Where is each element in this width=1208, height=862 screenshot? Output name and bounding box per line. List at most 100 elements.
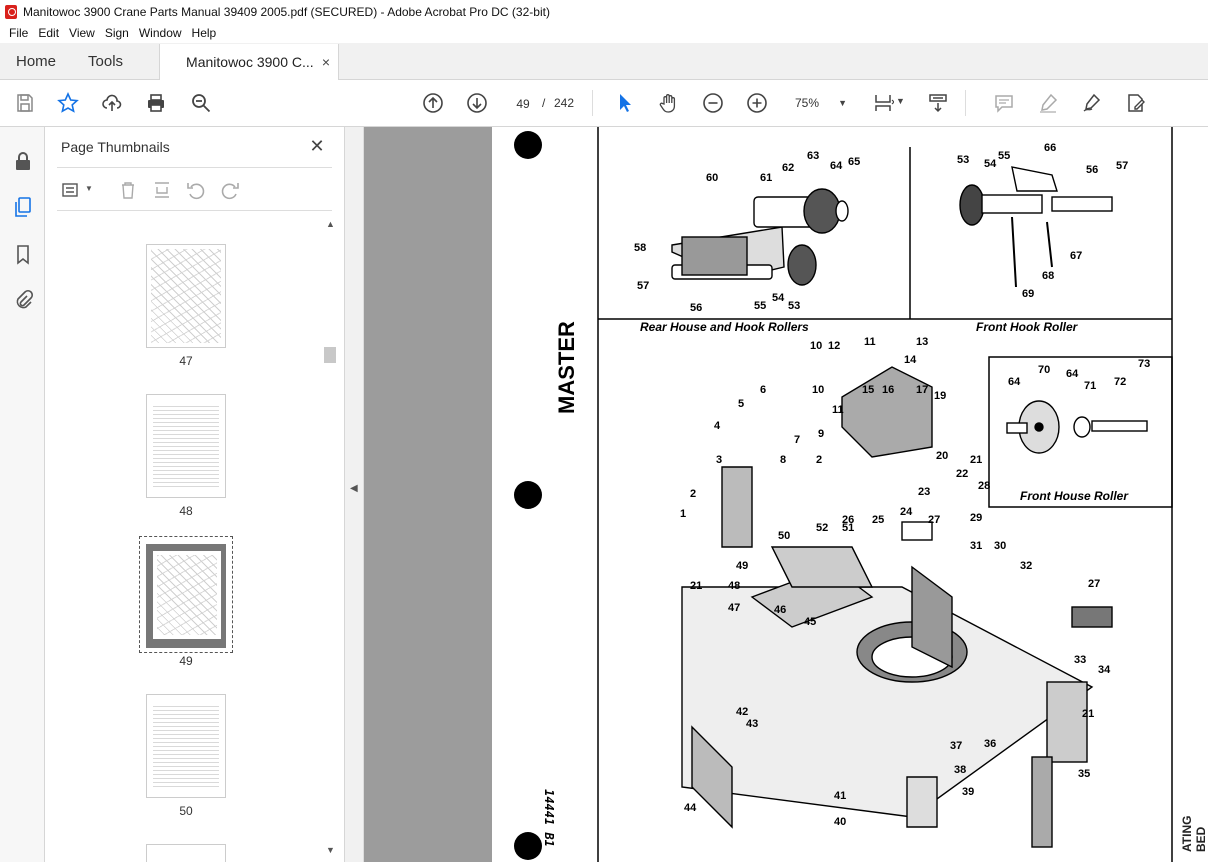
print-icon[interactable] xyxy=(143,90,169,116)
menu-sign[interactable]: Sign xyxy=(100,26,134,40)
part-callout: 34 xyxy=(1098,664,1111,676)
part-callout: 66 xyxy=(1044,142,1056,154)
tab-bar: Home Tools Manitowoc 3900 C... × xyxy=(0,43,1208,80)
attachment-paperclip-icon[interactable] xyxy=(11,287,35,311)
tab-tools[interactable]: Tools xyxy=(72,43,139,79)
part-callout: 71 xyxy=(1084,380,1096,392)
section-label-front-house: Front House Roller xyxy=(1020,489,1129,503)
part-callout: 6 xyxy=(760,384,766,396)
part-callout: 54 xyxy=(772,292,785,304)
menu-window[interactable]: Window xyxy=(134,26,187,40)
insert-page-icon[interactable] xyxy=(151,179,173,201)
close-panel-icon[interactable]: ✕ xyxy=(307,136,327,156)
menu-help[interactable]: Help xyxy=(187,26,222,40)
part-callout: 51 xyxy=(842,522,854,534)
part-callout: 68 xyxy=(1042,270,1054,282)
previous-page-icon[interactable] xyxy=(420,90,446,116)
part-callout: 33 xyxy=(1074,654,1086,666)
lock-icon[interactable] xyxy=(11,149,35,173)
part-callout: 64 xyxy=(1008,376,1021,388)
page-thumbnails-icon[interactable] xyxy=(11,195,35,219)
chevron-down-icon: ▼ xyxy=(838,98,847,108)
part-callout: 3 xyxy=(716,454,722,466)
part-callout: 38 xyxy=(954,764,966,776)
document-viewer[interactable]: MASTER 14441 B1 ATING BED Rear House and… xyxy=(364,127,1208,862)
chevron-down-icon[interactable]: ▼ xyxy=(896,96,905,106)
part-callout: 48 xyxy=(728,580,740,592)
toolbar-divider xyxy=(592,90,593,116)
page-thumbnail-48[interactable] xyxy=(146,394,226,498)
thumbnail-label: 50 xyxy=(179,804,193,818)
share-upload-icon[interactable] xyxy=(99,90,125,116)
page-thumbnail-47[interactable] xyxy=(146,244,226,348)
draw-sign-icon[interactable] xyxy=(1079,90,1105,116)
select-cursor-icon[interactable] xyxy=(612,90,638,116)
tab-home[interactable]: Home xyxy=(0,43,72,79)
next-page-icon[interactable] xyxy=(464,90,490,116)
chevron-down-icon[interactable]: ▼ xyxy=(85,184,93,193)
page-thumbnail-50[interactable] xyxy=(146,694,226,798)
part-callout: 25 xyxy=(872,514,884,526)
comment-icon[interactable] xyxy=(991,90,1017,116)
page-total: 242 xyxy=(554,96,575,110)
scrollbar-thumb[interactable] xyxy=(324,347,336,363)
rotate-left-icon[interactable] xyxy=(185,179,207,201)
panel-collapse-handle[interactable]: ◀ xyxy=(345,127,364,862)
scroll-mode-icon[interactable] xyxy=(925,90,951,116)
section-label-rear: Rear House and Hook Rollers xyxy=(640,320,809,334)
part-callout: 60 xyxy=(706,172,718,184)
part-callout: 67 xyxy=(1070,250,1082,262)
zoom-out-icon[interactable] xyxy=(700,90,726,116)
main-toolbar: 49 / 242 75% ▼ ▼ xyxy=(0,80,1208,127)
part-callout: 44 xyxy=(684,802,697,814)
page-thumbnail-49[interactable] xyxy=(146,544,226,648)
page-fit-icon[interactable] xyxy=(870,90,896,116)
menu-file[interactable]: File xyxy=(4,26,33,40)
delete-page-icon[interactable] xyxy=(117,179,139,201)
zoom-search-icon[interactable] xyxy=(188,90,214,116)
part-callout: 53 xyxy=(788,300,800,312)
part-callout: 12 xyxy=(828,340,840,352)
part-callout: 43 xyxy=(746,718,758,730)
options-menu-icon[interactable] xyxy=(61,179,83,201)
part-callout: 41 xyxy=(834,790,846,802)
bookmark-icon[interactable] xyxy=(11,242,35,266)
part-callout: 10 xyxy=(812,384,824,396)
fill-sign-icon[interactable] xyxy=(1123,90,1149,116)
part-callout: 4 xyxy=(714,420,721,432)
scroll-down-icon[interactable]: ▼ xyxy=(326,845,335,855)
part-callout: 27 xyxy=(1088,578,1100,590)
page-number-input[interactable]: 49 xyxy=(508,92,538,114)
close-tab-icon[interactable]: × xyxy=(322,54,330,70)
part-callout: 64 xyxy=(1066,368,1079,380)
part-callout: 39 xyxy=(962,786,974,798)
menu-edit[interactable]: Edit xyxy=(33,26,64,40)
part-callout: 22 xyxy=(956,468,968,480)
part-callout: 32 xyxy=(1020,560,1032,572)
acrobat-logo-icon xyxy=(5,4,17,19)
tab-document[interactable]: Manitowoc 3900 C... × xyxy=(159,44,340,80)
part-callout: 50 xyxy=(778,530,790,542)
part-callout: 55 xyxy=(998,150,1010,162)
part-callout: 16 xyxy=(882,384,894,396)
part-callout: 56 xyxy=(1086,164,1098,176)
part-callout: 58 xyxy=(634,242,646,254)
zoom-select[interactable]: 75% ▼ xyxy=(787,92,847,114)
thumbnail-label: 48 xyxy=(179,504,193,518)
rotate-right-icon[interactable] xyxy=(219,179,241,201)
menu-view[interactable]: View xyxy=(64,26,100,40)
save-icon[interactable] xyxy=(12,90,38,116)
highlight-pen-icon[interactable] xyxy=(1035,90,1061,116)
zoom-in-icon[interactable] xyxy=(744,90,770,116)
part-callout: 19 xyxy=(934,390,946,402)
section-label-front-hook: Front Hook Roller xyxy=(976,320,1079,334)
part-callout: 30 xyxy=(994,540,1006,552)
page-thumbnail-51[interactable] xyxy=(146,844,226,862)
panel-scrollbar[interactable]: ▲ ▼ xyxy=(323,219,337,859)
bookmark-star-icon[interactable] xyxy=(55,90,81,116)
menu-bar: File Edit View Sign Window Help xyxy=(0,23,1208,43)
part-callout: 21 xyxy=(1082,708,1094,720)
hand-tool-icon[interactable] xyxy=(656,90,682,116)
part-callout: 20 xyxy=(936,450,948,462)
scroll-up-icon[interactable]: ▲ xyxy=(326,219,335,229)
